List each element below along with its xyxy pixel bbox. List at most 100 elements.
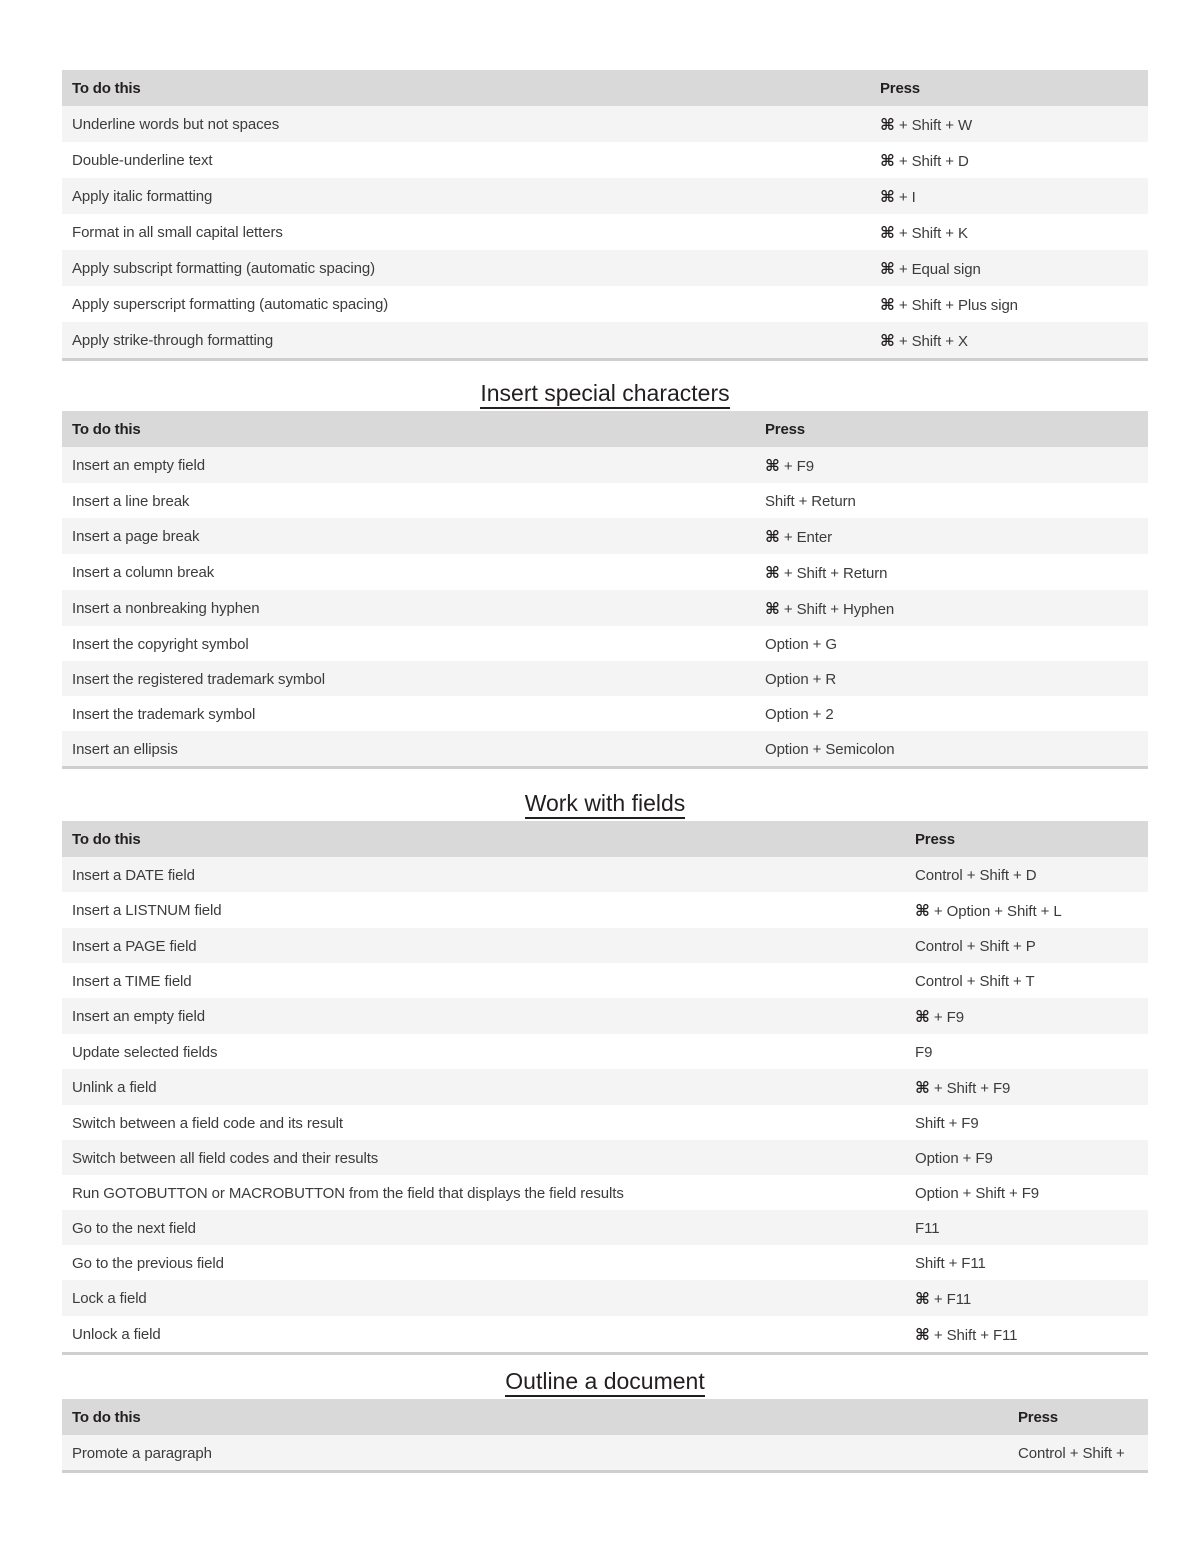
shortcut-keys-inner: Option + R <box>765 671 836 688</box>
shortcut-keys-label: Control + Shift + D <box>915 866 1037 884</box>
shortcut-keys: F11 <box>905 1210 1148 1246</box>
command-key-icon: ⌘ <box>880 187 895 206</box>
shortcut-action: Insert the trademark symbol <box>62 696 755 732</box>
shortcut-keys-inner: Option + Semicolon <box>765 741 895 758</box>
shortcut-keys: Shift + F11 <box>905 1245 1148 1281</box>
shortcut-keys: ⌘ + Enter <box>755 518 1148 555</box>
command-key-icon: ⌘ <box>880 115 895 134</box>
shortcut-keys: Shift + Return <box>755 483 1148 519</box>
shortcut-keys-label: + F9 <box>783 458 814 476</box>
shortcut-keys-inner: Option + 2 <box>765 706 834 723</box>
column-header-action: To do this <box>62 821 905 858</box>
table-row: Insert a LISTNUM field ⌘ + Option + Shift… <box>62 892 1148 929</box>
shortcut-keys-inner: F9 <box>915 1044 932 1061</box>
shortcut-keys-label: Shift + F11 <box>915 1254 986 1272</box>
table-row: Lock a field ⌘ + F11 <box>62 1280 1148 1317</box>
shortcut-action: Insert a PAGE field <box>62 928 905 964</box>
table-row: Run GOTOBUTTON or MACROBUTTON from the f… <box>62 1175 1148 1211</box>
shortcut-keys: ⌘ + F11 <box>905 1280 1148 1317</box>
shortcut-action: Promote a paragraph <box>62 1435 1008 1472</box>
table-row: Insert the copyright symbol Option + G <box>62 626 1148 662</box>
shortcut-keys-label: + Shift + Hyphen <box>783 601 895 619</box>
shortcut-keys-inner: Shift + Return <box>765 493 856 510</box>
shortcut-keys: Option + R <box>755 661 1148 697</box>
shortcut-table: To do this Press Insert an empty field ⌘ + … <box>62 411 1148 770</box>
section-heading-text: Work with fields <box>524 790 686 819</box>
shortcut-keys-label: Control + Shift + P <box>915 937 1036 955</box>
shortcut-action: Apply italic formatting <box>62 178 870 214</box>
shortcut-keys-label: + Shift + F9 <box>933 1080 1011 1098</box>
shortcut-keys-inner: ⌘ + I <box>880 187 916 206</box>
shortcut-action: Update selected fields <box>62 1034 905 1070</box>
shortcut-keys-label: Option + G <box>765 635 837 653</box>
shortcut-keys-inner: Option + Shift + F9 <box>915 1185 1039 1202</box>
table-row: Insert a PAGE field Control + Shift + P <box>62 928 1148 964</box>
shortcut-action: Insert an empty field <box>62 447 755 484</box>
shortcut-keys-inner: ⌘ + Shift + D <box>880 151 969 170</box>
table-row: Promote a paragraph Control + Shift + <box>62 1435 1148 1472</box>
shortcut-action: Switch between all field codes and their… <box>62 1140 905 1176</box>
table-row: Apply strike-through formatting ⌘ + Shift… <box>62 322 1148 360</box>
shortcut-keys: ⌘ + Option + Shift + L <box>905 892 1148 929</box>
command-key-icon: ⌘ <box>765 527 780 547</box>
document-page: To do this Press Underline words but not s… <box>0 0 1200 1553</box>
shortcut-action: Apply strike-through formatting <box>62 322 870 360</box>
table-row: Insert a TIME field Control + Shift + T <box>62 963 1148 999</box>
shortcut-action: Go to the previous field <box>62 1245 905 1281</box>
shortcut-section-3: Work with fields To do this Press Insert a … <box>62 790 1148 1356</box>
column-header-action: To do this <box>62 70 870 106</box>
command-key-icon: ⌘ <box>880 295 895 314</box>
shortcut-table: To do this Press Underline words but not s… <box>62 70 1148 361</box>
table-row: Insert an ellipsis Option + Semicolon <box>62 731 1148 768</box>
column-header-press: Press <box>1008 1399 1148 1436</box>
shortcut-keys-inner: ⌘ + F9 <box>915 1007 964 1026</box>
table-row: Format in all small capital letters ⌘ + S… <box>62 214 1148 250</box>
shortcut-keys: ⌘ + Shift + F11 <box>905 1316 1148 1354</box>
shortcut-keys-inner: Control + Shift + P <box>915 938 1036 955</box>
shortcut-keys-inner: ⌘ + F11 <box>915 1289 971 1308</box>
shortcut-keys-label: + Shift + Return <box>783 565 888 583</box>
table-row: Apply superscript formatting (automatic … <box>62 286 1148 322</box>
table-row: Underline words but not spaces ⌘ + Shift … <box>62 106 1148 142</box>
table-row: Unlock a field ⌘ + Shift + F11 <box>62 1316 1148 1354</box>
shortcut-keys-label: Option + Semicolon <box>765 740 895 758</box>
shortcut-keys-label: + Shift + Plus sign <box>898 297 1018 314</box>
shortcut-keys-label: + Option + Shift + L <box>933 903 1062 921</box>
shortcut-keys-label: + Shift + F11 <box>933 1327 1018 1345</box>
shortcut-keys-label: + Shift + K <box>898 225 968 242</box>
shortcut-keys: ⌘ + Shift + D <box>870 142 1148 178</box>
shortcut-keys: ⌘ + Shift + Plus sign <box>870 286 1148 322</box>
table-row: Apply subscript formatting (automatic sp… <box>62 250 1148 286</box>
shortcut-section-2: Insert special characters To do this Press… <box>62 380 1148 770</box>
shortcut-action: Apply superscript formatting (automatic … <box>62 286 870 322</box>
section-heading: Outline a document <box>62 1368 1148 1399</box>
shortcut-keys-inner: ⌘ + F9 <box>765 456 814 475</box>
table-row: Insert the trademark symbol Option + 2 <box>62 696 1148 732</box>
shortcut-action: Apply subscript formatting (automatic sp… <box>62 250 870 286</box>
shortcut-keys-label: F11 <box>915 1219 940 1237</box>
shortcut-keys-label: Control + Shift + <box>1018 1444 1125 1462</box>
shortcut-keys: ⌘ + I <box>870 178 1148 214</box>
shortcut-keys-label: Option + F9 <box>915 1149 993 1167</box>
shortcut-keys-inner: ⌘ + Shift + K <box>880 223 968 242</box>
command-key-icon: ⌘ <box>880 259 895 278</box>
shortcut-keys-inner: ⌘ + Shift + W <box>880 115 972 134</box>
shortcut-action: Go to the next field <box>62 1210 905 1246</box>
shortcut-keys-label: Control + Shift + T <box>915 972 1035 990</box>
column-header-press: Press <box>870 70 1148 106</box>
shortcut-keys-label: F9 <box>915 1043 933 1061</box>
shortcut-keys-label: + Enter <box>783 529 833 547</box>
shortcut-section-1: To do this Press Underline words but not s… <box>62 70 1148 361</box>
table-row: Apply italic formatting ⌘ + I <box>62 178 1148 214</box>
section-heading-text: Insert special characters <box>480 380 730 409</box>
command-key-icon: ⌘ <box>915 1007 930 1027</box>
shortcut-keys: Option + Shift + F9 <box>905 1175 1148 1211</box>
shortcut-keys-label: Shift + Return <box>765 492 856 510</box>
shortcut-keys-inner: Shift + F11 <box>915 1255 986 1272</box>
column-header-action: To do this <box>62 1399 1008 1436</box>
shortcut-keys: Option + G <box>755 626 1148 662</box>
shortcut-keys-label: Option + R <box>765 670 837 688</box>
shortcut-keys-label: Option + 2 <box>765 705 834 723</box>
table-row: Go to the next field F11 <box>62 1210 1148 1246</box>
shortcut-keys-label: + Shift + X <box>898 333 968 350</box>
